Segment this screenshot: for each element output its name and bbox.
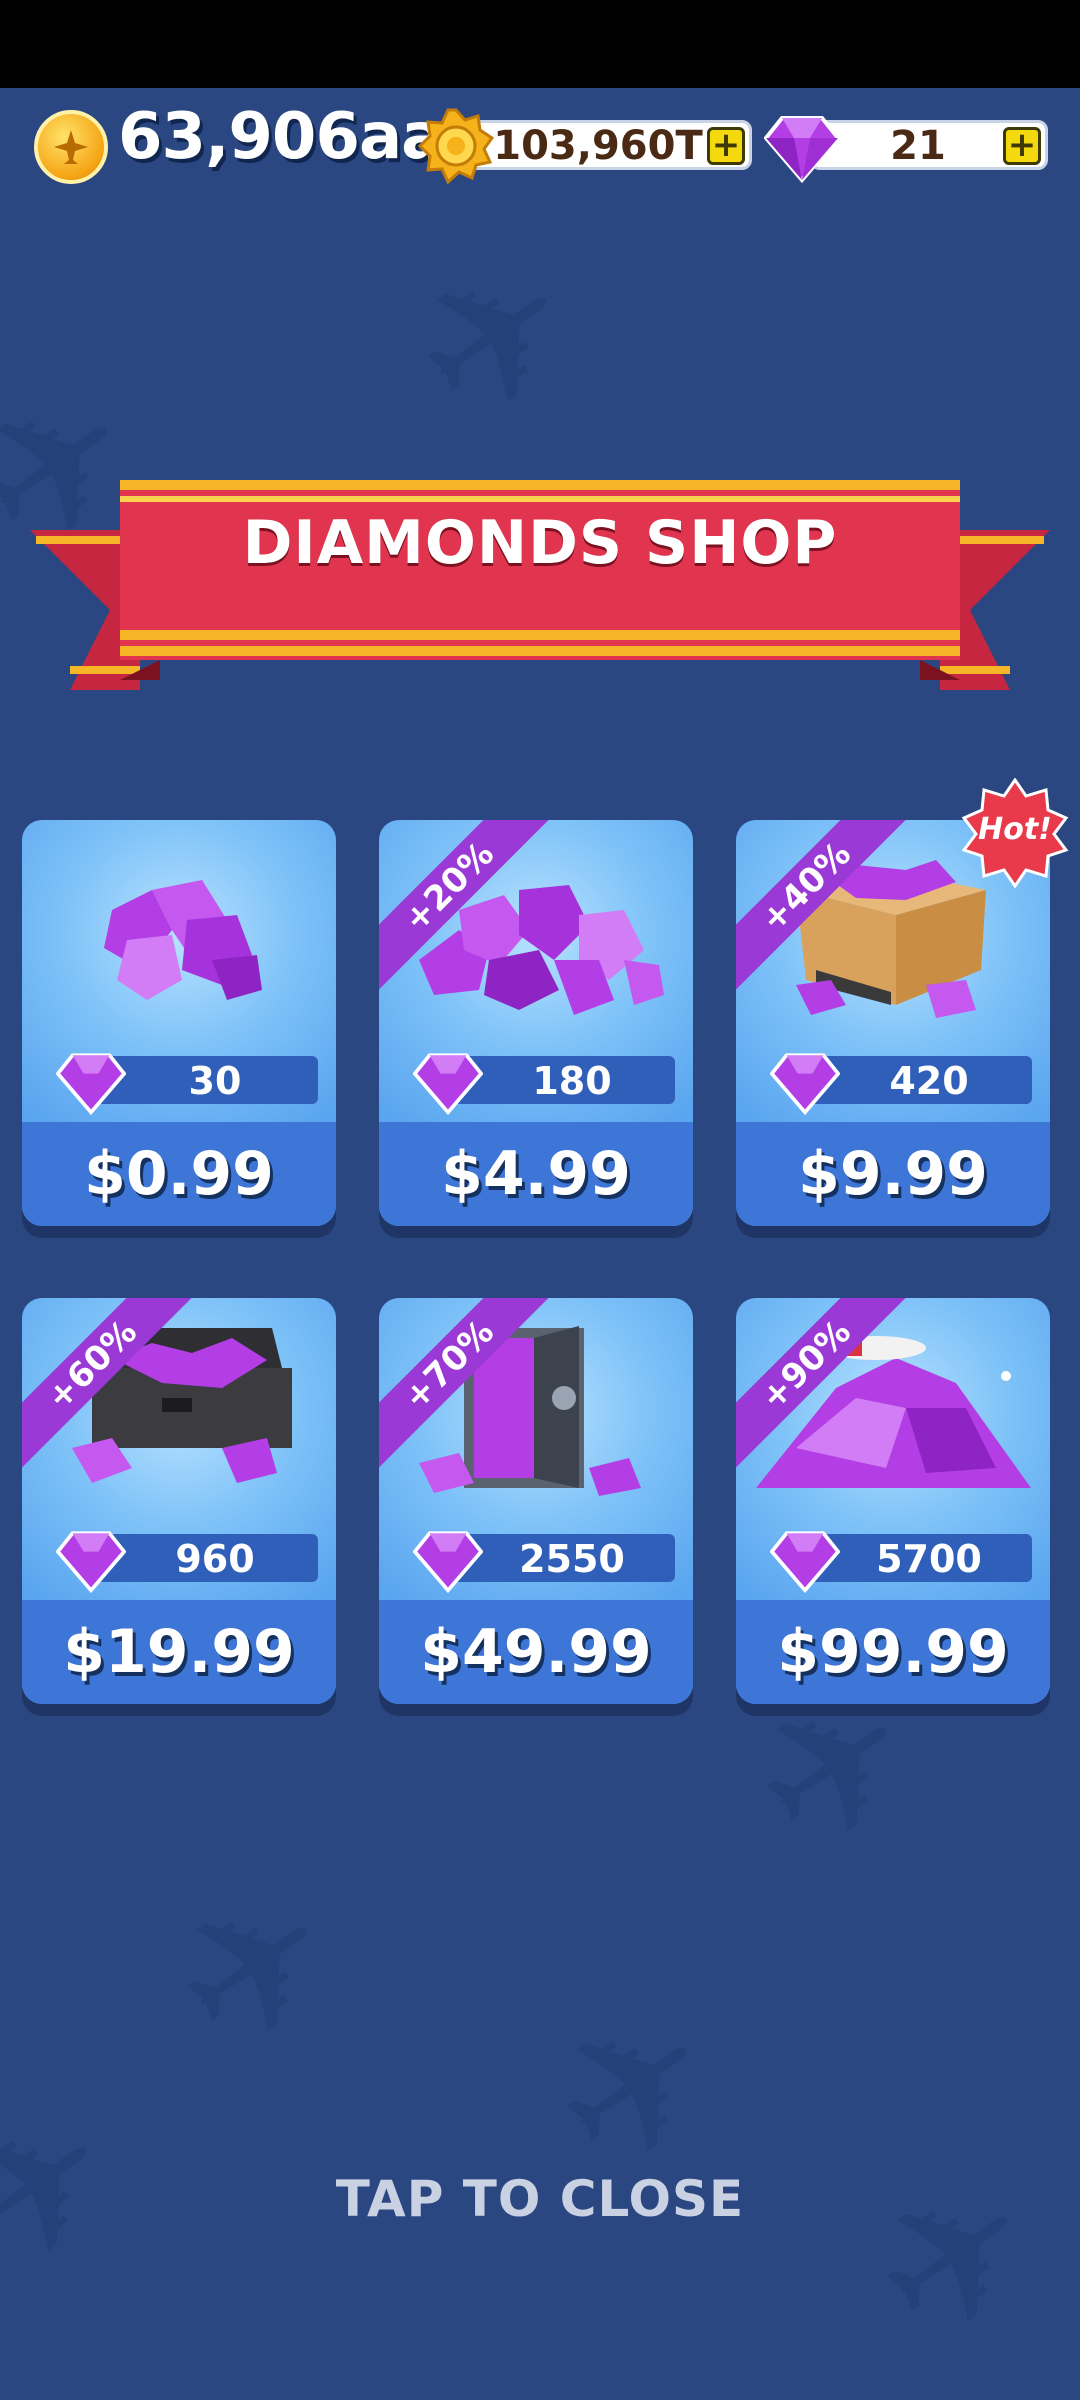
gem-icon bbox=[764, 116, 840, 184]
bonus-banner: +20% bbox=[379, 820, 559, 1000]
gem-quantity: 180 bbox=[532, 1059, 612, 1103]
tap-to-close-button[interactable]: TAP TO CLOSE bbox=[0, 2170, 1080, 2228]
bonus-label: +40% bbox=[736, 820, 916, 1000]
shop-item-180-gems[interactable]: +20% 180 $4.99 bbox=[379, 820, 693, 1226]
gem-quantity: 5700 bbox=[876, 1537, 982, 1581]
add-medals-button[interactable]: + bbox=[707, 127, 745, 165]
shop-title: DIAMONDS SHOP bbox=[242, 508, 838, 578]
shop-item-2550-gems[interactable]: +70% 2550 $49.99 bbox=[379, 1298, 693, 1704]
gem-quantity: 960 bbox=[175, 1537, 255, 1581]
coin-balance: 63,906aa bbox=[118, 100, 444, 174]
gem-balance: 21 bbox=[890, 123, 946, 169]
bonus-banner: +60% bbox=[22, 1298, 202, 1478]
price-label: $19.99 bbox=[63, 1617, 295, 1687]
price-label: $9.99 bbox=[798, 1139, 988, 1209]
add-gems-button[interactable]: + bbox=[1003, 127, 1041, 165]
shop-item-30-gems[interactable]: 30 $0.99 bbox=[22, 820, 336, 1226]
bonus-label: +90% bbox=[736, 1298, 916, 1478]
gem-quantity: 30 bbox=[188, 1059, 242, 1103]
price-label: $0.99 bbox=[84, 1139, 274, 1209]
bonus-label: +70% bbox=[379, 1298, 559, 1478]
background-plane-icon: ✈ bbox=[373, 210, 617, 469]
gem-pile-small-icon bbox=[104, 880, 262, 1000]
bonus-label: +20% bbox=[379, 820, 559, 1000]
price-label: $4.99 bbox=[441, 1139, 631, 1209]
gem-quantity: 420 bbox=[889, 1059, 969, 1103]
shop-item-960-gems[interactable]: +60% 960 $19.99 bbox=[22, 1298, 336, 1704]
hot-label: Hot! bbox=[978, 812, 1052, 847]
medal-icon bbox=[418, 108, 494, 184]
medal-pill: 103,960T + bbox=[460, 120, 752, 170]
background-plane-icon: ✈ bbox=[133, 1840, 377, 2099]
status-bar bbox=[0, 0, 1080, 88]
coin-plane-icon bbox=[34, 110, 108, 184]
gem-quantity: 2550 bbox=[519, 1537, 625, 1581]
bonus-banner: +70% bbox=[379, 1298, 559, 1478]
medal-balance: 103,960T bbox=[493, 123, 703, 169]
bonus-banner: +40% bbox=[736, 820, 916, 1000]
price-label: $49.99 bbox=[420, 1617, 652, 1687]
shop-item-5700-gems[interactable]: +90% 5700 $99.99 bbox=[736, 1298, 1050, 1704]
bonus-label: +60% bbox=[22, 1298, 202, 1478]
title-ribbon bbox=[30, 480, 1050, 690]
gem-pill: 21 + bbox=[810, 120, 1048, 170]
bonus-banner: +90% bbox=[736, 1298, 916, 1478]
price-label: $99.99 bbox=[777, 1617, 1009, 1687]
